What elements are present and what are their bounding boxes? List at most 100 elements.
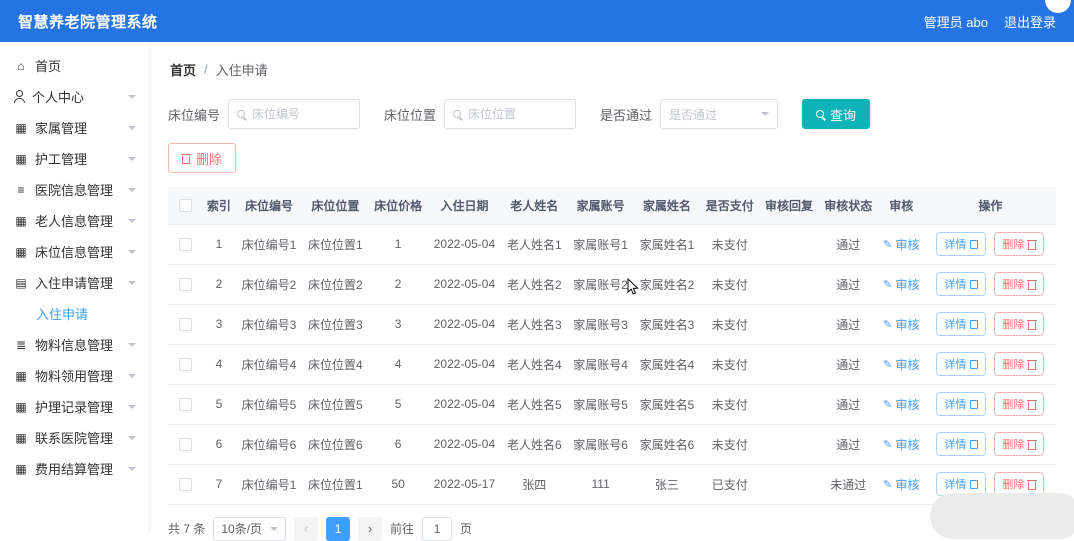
header-user-area: 管理员 abo 退出登录 [924,12,1056,31]
detail-button[interactable]: 详情 [936,432,987,456]
row-checkbox[interactable] [178,478,192,492]
delete-button[interactable]: 删除 [994,352,1045,376]
sidebar-item-入住申请管理[interactable]: ▤ 入住申请管理 [0,267,149,298]
sidebar-item-label: 护理记录管理 [35,400,114,415]
cell-bed_pos: 床位位置5 [302,384,369,425]
cell-date: 2022-05-04 [427,224,502,265]
delete-button[interactable]: 删除 [994,312,1045,336]
review-link-label: 审核 [895,237,920,252]
column-header-family_name: 家属姓名 [633,187,701,225]
review-link[interactable]: ✎ 审核 [883,396,919,413]
search-button[interactable]: 查询 [802,99,871,129]
bed-pos-input[interactable] [468,107,568,121]
passed-select[interactable]: 是否通过 [660,99,779,129]
sidebar-item-label: 个人中心 [32,90,85,105]
row-checkbox[interactable] [178,438,192,452]
sidebar-item-家属管理[interactable]: ▦ 家属管理 [0,112,149,143]
detail-button-label: 详情 [944,479,967,491]
delete-button-label: 删除 [1002,399,1025,411]
trash-icon [1027,399,1038,410]
cell-family_account: 家属账号4 [567,344,634,385]
cell-review_status: 通过 [818,304,878,345]
sidebar-item-费用结算管理[interactable]: ▦ 费用结算管理 [0,453,149,484]
sidebar-item-护工管理[interactable]: ▦ 护工管理 [0,143,149,174]
delete-button-label: 删除 [1002,439,1025,451]
bulk-delete-button[interactable]: 删除 [168,143,237,173]
detail-button[interactable]: 详情 [936,272,987,296]
sidebar-subitem-入住申请[interactable]: 入住申请 [0,298,149,329]
detail-button[interactable]: 详情 [936,232,987,256]
sidebar-item-物料信息管理[interactable]: ≣ 物料信息管理 [0,329,149,360]
sidebar-item-个人中心[interactable]: 个人中心 [0,81,149,112]
cell-bed_pos: 床位位置1 [302,464,369,505]
delete-button[interactable]: 删除 [994,272,1045,296]
sidebar-item-老人信息管理[interactable]: ▦ 老人信息管理 [0,205,149,236]
cell-date: 2022-05-04 [427,384,502,425]
column-header-index: 索引 [202,187,236,225]
review-link[interactable]: ✎ 审核 [883,436,919,453]
cell-family_name: 家属姓名1 [633,224,701,265]
detail-button[interactable]: 详情 [936,352,987,376]
cell-bed_pos: 床位位置6 [302,424,369,465]
chevron-down-icon [270,526,279,531]
prev-page-button[interactable]: ‹ [294,516,319,541]
cell-index: 2 [202,264,236,305]
cell-price: 3 [368,304,428,345]
delete-button[interactable]: 删除 [994,432,1045,456]
select-all-checkbox[interactable] [178,199,192,213]
logout-link[interactable]: 退出登录 [1004,12,1056,31]
goto-page-input[interactable] [422,516,453,541]
detail-button[interactable]: 详情 [936,392,987,416]
review-link[interactable]: ✎ 审核 [883,476,919,493]
review-link[interactable]: ✎ 审核 [883,236,919,253]
sidebar-item-床位信息管理[interactable]: ▦ 床位信息管理 [0,236,149,267]
cell-paid: 未支付 [700,304,760,345]
sidebar-item-物料领用管理[interactable]: ▦ 物料领用管理 [0,360,149,391]
review-link[interactable]: ✎ 审核 [883,276,919,293]
delete-button[interactable]: 删除 [994,232,1045,256]
cell-bed_no: 床位编号1 [235,464,303,505]
sidebar-item-首页[interactable]: ⌂ 首页 [0,50,149,81]
detail-button[interactable]: 详情 [936,312,987,336]
chevron-down-icon [128,94,136,99]
chevron-down-icon [128,218,136,223]
column-header-review_reply: 审核回复 [759,187,819,225]
sidebar-item-联系医院管理[interactable]: ▦ 联系医院管理 [0,422,149,453]
cell-review_status: 通过 [818,264,878,305]
row-checkbox[interactable] [178,318,192,332]
delete-button-label: 删除 [1002,359,1025,371]
passed-select-placeholder: 是否通过 [669,107,718,122]
cell-family_account: 家属账号5 [567,384,634,425]
cell-family_account: 家属账号1 [567,224,634,265]
cell-bed_no: 床位编号5 [235,384,303,425]
sidebar-item-label: 首页 [35,59,62,74]
review-link-label: 审核 [895,317,920,332]
sliders-icon: ≣ [15,337,27,352]
filter-bed-no: 床位编号 [168,99,361,129]
review-link[interactable]: ✎ 审核 [883,316,919,333]
bed-no-input[interactable] [252,107,352,121]
column-header-bed_no: 床位编号 [235,187,303,225]
cell-paid: 未支付 [700,424,760,465]
delete-button[interactable]: 删除 [994,392,1045,416]
next-page-button[interactable]: › [358,516,383,541]
chevron-down-icon [128,466,136,471]
row-checkbox[interactable] [178,398,192,412]
page-number-1[interactable]: 1 [326,516,351,541]
row-checkbox[interactable] [178,358,192,372]
cell-review_status: 通过 [818,384,878,425]
row-checkbox[interactable] [178,278,192,292]
cell-bed_pos: 床位位置4 [302,344,369,385]
sidebar-item-医院信息管理[interactable]: ≡ 医院信息管理 [0,174,149,205]
page-size-select[interactable]: 10条/页 [213,516,287,541]
breadcrumb-home[interactable]: 首页 [170,60,196,79]
cell-elder_name: 老人姓名2 [501,264,568,305]
sidebar-item-护理记录管理[interactable]: ▦ 护理记录管理 [0,391,149,422]
detail-button-label: 详情 [944,239,967,251]
review-link-label: 审核 [895,437,920,452]
cell-review_status: 通过 [818,424,878,465]
chevron-down-icon [761,112,770,116]
row-checkbox[interactable] [178,238,192,252]
current-user[interactable]: 管理员 abo [924,12,988,31]
review-link[interactable]: ✎ 审核 [883,356,919,373]
